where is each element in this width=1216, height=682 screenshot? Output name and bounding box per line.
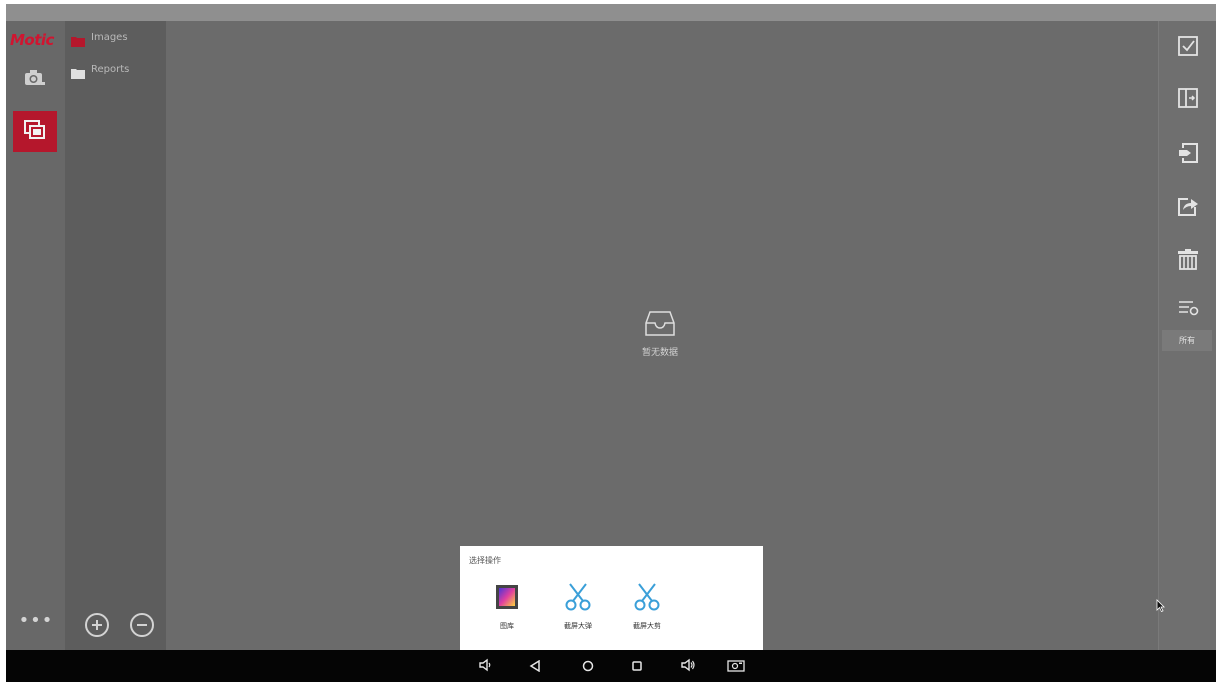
option-label: 图库: [500, 622, 514, 630]
delete-button[interactable]: [1174, 247, 1202, 275]
filter-settings-button[interactable]: [1174, 296, 1202, 324]
import-button[interactable]: [1174, 86, 1202, 114]
volume-up-icon: [680, 657, 696, 676]
share-icon: [1177, 195, 1199, 221]
more-options-button[interactable]: •••: [18, 610, 54, 631]
system-nav-bar: [6, 650, 1216, 682]
camera-button[interactable]: [20, 66, 50, 94]
app-logo: Motic: [10, 31, 54, 49]
back-button[interactable]: [525, 656, 545, 676]
export-button[interactable]: [1174, 141, 1202, 169]
select-action-dialog: 选择操作 图库 截屏大弹 截屏大剪: [460, 546, 763, 650]
empty-state: 暂无数据: [634, 309, 686, 358]
delete-icon: [1177, 248, 1199, 274]
volume-down-button[interactable]: [475, 656, 495, 676]
screenshot-button[interactable]: [726, 656, 746, 676]
left-rail: Motic •••: [6, 21, 65, 650]
scissors-icon: [632, 582, 662, 612]
empty-state-text: 暂无数据: [641, 348, 678, 358]
folder-item-images[interactable]: Images: [71, 32, 128, 47]
folder-item-reports[interactable]: Reports: [71, 64, 130, 79]
dialog-title: 选择操作: [469, 556, 501, 565]
remove-folder-button[interactable]: [130, 613, 154, 637]
volume-down-icon: [478, 657, 492, 676]
add-folder-button[interactable]: [85, 613, 109, 637]
recents-button[interactable]: [627, 656, 647, 676]
volume-up-button[interactable]: [678, 656, 698, 676]
select-all-button[interactable]: [1174, 34, 1202, 62]
recents-icon: [631, 657, 643, 676]
gallery-button[interactable]: [13, 111, 57, 152]
share-button[interactable]: [1174, 194, 1202, 222]
empty-inbox-icon: [644, 311, 676, 343]
mouse-cursor-icon: [1156, 597, 1165, 616]
select-all-icon: [1177, 35, 1199, 61]
home-icon: [582, 657, 594, 676]
export-icon: [1177, 142, 1199, 168]
status-bar: [6, 4, 1216, 21]
back-icon: [529, 657, 541, 676]
option-screenshot-2[interactable]: 截屏大剪: [617, 582, 677, 631]
home-button[interactable]: [578, 656, 598, 676]
folder-label: Reports: [91, 64, 130, 75]
folder-label: Images: [91, 32, 128, 43]
option-label: 截屏大弹: [564, 622, 592, 630]
plus-icon: [91, 616, 103, 635]
option-label: 截屏大剪: [633, 622, 661, 630]
screenshot-icon: [727, 657, 745, 676]
camera-icon: [24, 69, 46, 91]
folder-icon: [71, 64, 85, 79]
right-toolbar: 所有: [1158, 21, 1216, 650]
gallery-icon: [23, 119, 47, 145]
option-gallery[interactable]: 图库: [477, 582, 537, 631]
import-icon: [1177, 87, 1199, 113]
gallery-icon: [492, 582, 522, 612]
option-screenshot-1[interactable]: 截屏大弹: [548, 582, 608, 631]
folder-panel: Images Reports: [65, 21, 166, 650]
minus-icon: [136, 616, 148, 635]
filter-settings-icon: [1177, 298, 1199, 322]
filter-dropdown[interactable]: 所有: [1162, 330, 1212, 351]
folder-icon: [71, 32, 85, 47]
scissors-icon: [563, 582, 593, 612]
